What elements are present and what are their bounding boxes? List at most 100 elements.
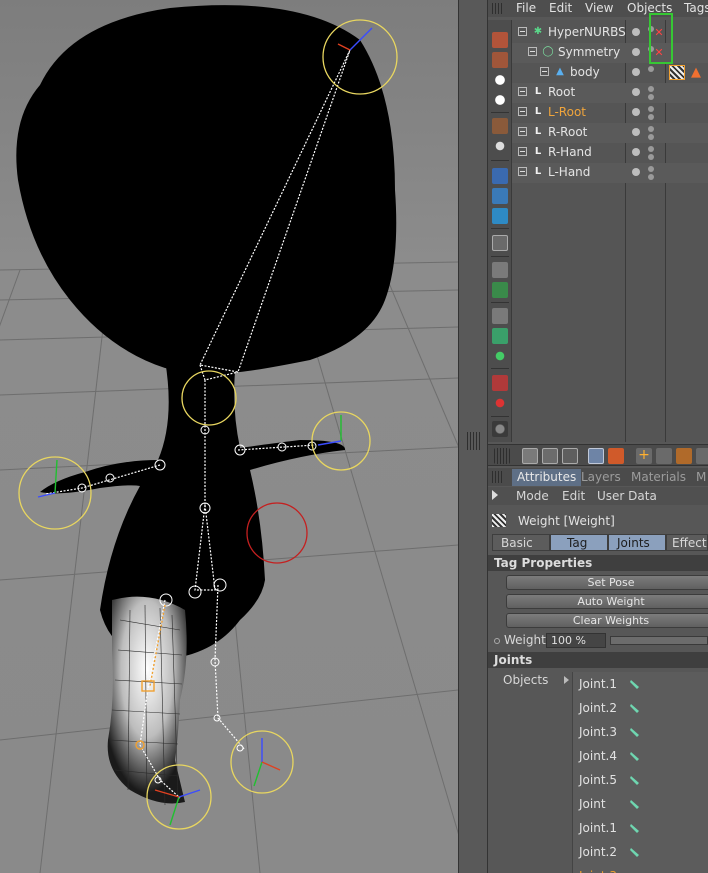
weight-tag-icon[interactable] [669, 65, 685, 80]
object-row-symmetry[interactable]: ◯ Symmetry ✕ [512, 43, 708, 63]
render-dot[interactable] [648, 154, 654, 160]
tool-icon-13[interactable] [492, 308, 508, 324]
editor-dot[interactable] [648, 146, 654, 152]
menu-edit-attr[interactable]: Edit [562, 487, 585, 505]
joint-name[interactable]: Joint.1 [579, 816, 617, 840]
tab-attributes[interactable]: Attributes [512, 469, 582, 486]
editor-dot[interactable] [648, 86, 654, 92]
tree-toggle[interactable] [518, 127, 527, 136]
strip-icon-9[interactable] [696, 448, 708, 464]
joint-name[interactable]: Joint.5 [579, 768, 617, 792]
tool-icon-1[interactable] [492, 32, 508, 48]
tab-layers[interactable]: Layers [576, 469, 626, 486]
editor-dot[interactable] [648, 126, 654, 132]
render-dot[interactable] [648, 174, 654, 180]
joint-name[interactable]: Joint.3 [579, 864, 617, 873]
phong-tag-icon[interactable]: ▲ [691, 65, 701, 80]
animate-dot-icon[interactable] [494, 638, 500, 644]
auto-weight-button[interactable]: Auto Weight [506, 594, 708, 609]
tabs-grip[interactable] [492, 471, 504, 483]
object-row-hypernurbs[interactable]: ✱ HyperNURBS ✕ [512, 23, 708, 43]
strip-icon-4[interactable] [588, 448, 604, 464]
tool-icon-11[interactable] [492, 262, 508, 278]
editor-dot[interactable] [648, 66, 654, 72]
object-name[interactable]: R-Root [548, 123, 587, 141]
strip-icon-1[interactable] [522, 448, 538, 464]
objects-expand-icon[interactable] [564, 676, 569, 684]
object-name[interactable]: body [570, 63, 600, 81]
joint-row[interactable]: Joint.3 [573, 864, 708, 873]
object-row-body[interactable]: ▲ body ▲ [512, 63, 708, 83]
render-dot[interactable] [648, 94, 654, 100]
joint-name[interactable]: Joint [579, 792, 606, 816]
visibility-dot[interactable] [632, 48, 640, 56]
object-name[interactable]: R-Hand [548, 143, 592, 161]
object-name[interactable]: Root [548, 83, 575, 101]
tool-icon-3[interactable] [492, 72, 508, 88]
tool-icon-10[interactable] [492, 235, 508, 251]
tab-materials[interactable]: Materials [626, 469, 691, 486]
object-name[interactable]: HyperNURBS [548, 23, 626, 41]
tree-toggle[interactable] [540, 67, 549, 76]
weight-slider[interactable] [610, 636, 708, 645]
joint-row[interactable]: Joint.2 [573, 840, 708, 864]
object-row-r-hand[interactable]: L R-Hand [512, 143, 708, 163]
tree-toggle[interactable] [518, 167, 527, 176]
subtab-effector[interactable]: Effector [666, 534, 708, 551]
splitter-grip[interactable] [467, 432, 481, 450]
tool-icon-17[interactable] [492, 395, 508, 411]
menu-file[interactable]: File [516, 0, 536, 17]
strip-icon-3[interactable] [562, 448, 578, 464]
menu-user-data[interactable]: User Data [597, 487, 657, 505]
editor-dot[interactable] [648, 166, 654, 172]
joint-row[interactable]: Joint.4 [573, 744, 708, 768]
tool-icon-9[interactable] [492, 208, 508, 224]
visibility-dot[interactable] [632, 148, 640, 156]
tool-icon-14[interactable] [492, 328, 508, 344]
viewport-scene[interactable] [0, 0, 458, 873]
tool-icon-18[interactable] [492, 421, 508, 437]
strip-grip[interactable] [494, 448, 510, 464]
joint-name[interactable]: Joint.4 [579, 744, 617, 768]
joint-row[interactable]: Joint.1 [573, 816, 708, 840]
tool-icon-4[interactable] [492, 92, 508, 108]
joint-row[interactable]: Joint.2 [573, 696, 708, 720]
joints-listbox[interactable]: Joint.1 Joint.2 Joint.3 Joint.4 Joint.5 … [572, 672, 708, 873]
visibility-dot[interactable] [632, 108, 640, 116]
object-row-root[interactable]: L Root [512, 83, 708, 103]
joint-name[interactable]: Joint.1 [579, 672, 617, 696]
joint-row[interactable]: Joint.1 [573, 672, 708, 696]
strip-icon-5[interactable] [608, 448, 624, 464]
object-row-l-root[interactable]: L L-Root [512, 103, 708, 123]
subtab-basic[interactable]: Basic [492, 534, 550, 551]
tool-icon-15[interactable] [492, 348, 508, 364]
visibility-dot[interactable] [632, 68, 640, 76]
tool-icon-8[interactable] [492, 188, 508, 204]
subtab-tag[interactable]: Tag [550, 534, 608, 551]
strip-icon-8[interactable] [676, 448, 692, 464]
tool-icon-5[interactable] [492, 118, 508, 134]
tree-toggle[interactable] [518, 87, 527, 96]
set-pose-button[interactable]: Set Pose [506, 575, 708, 590]
visibility-dot[interactable] [632, 88, 640, 96]
tree-toggle[interactable] [518, 147, 527, 156]
3d-viewport[interactable] [0, 0, 458, 873]
object-row-l-hand[interactable]: L L-Hand [512, 163, 708, 183]
strip-icon-6[interactable]: + [636, 448, 652, 464]
tree-toggle[interactable] [528, 47, 537, 56]
clear-weights-button[interactable]: Clear Weights [506, 613, 708, 628]
tool-icon-16[interactable] [492, 375, 508, 391]
joint-name[interactable]: Joint.2 [579, 840, 617, 864]
tool-icon-7[interactable] [492, 168, 508, 184]
menubar-grip[interactable] [492, 3, 504, 14]
object-name-selected[interactable]: L-Root [548, 103, 586, 121]
joint-row[interactable]: Joint.5 [573, 768, 708, 792]
menu-mode[interactable]: Mode [516, 487, 549, 505]
joint-row[interactable]: Joint [573, 792, 708, 816]
menu-edit[interactable]: Edit [549, 0, 572, 17]
editor-dot[interactable] [648, 106, 654, 112]
visibility-dot[interactable] [632, 168, 640, 176]
tab-more[interactable]: M [691, 469, 708, 486]
object-name[interactable]: Symmetry [558, 43, 620, 61]
tree-toggle[interactable] [518, 27, 527, 36]
